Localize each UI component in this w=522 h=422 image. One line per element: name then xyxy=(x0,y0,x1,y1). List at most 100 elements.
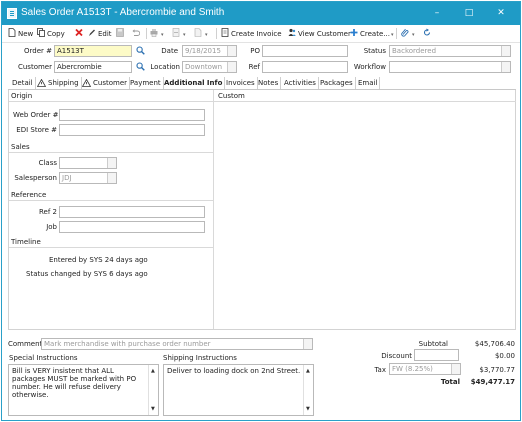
create-button[interactable]: Create...▾ xyxy=(350,28,393,41)
refresh-icon xyxy=(423,28,431,36)
edit-label: Edit xyxy=(98,30,112,38)
discount-field[interactable] xyxy=(414,349,459,361)
shipping-instructions-text: Deliver to loading dock on 2nd Street. xyxy=(167,367,301,375)
status-value: Backordered xyxy=(392,47,437,55)
tax-code-field[interactable]: FW (8.25%) xyxy=(389,363,461,375)
tax-label: Tax xyxy=(374,366,386,374)
calendar-dropdown-icon[interactable] xyxy=(227,46,236,56)
comment-dropdown-icon[interactable] xyxy=(303,339,312,349)
tab-packages[interactable]: Packages xyxy=(318,77,356,89)
total-value: $49,477.17 xyxy=(470,378,515,386)
po-field[interactable] xyxy=(262,45,348,57)
special-instructions-text: Bill is VERY insistent that ALL packages… xyxy=(12,367,137,399)
title-bar: Sales Order A1513T - Abercrombie and Smi… xyxy=(2,2,520,25)
tab-notes[interactable]: Notes xyxy=(256,77,282,89)
minimize-button[interactable]: – xyxy=(426,5,448,21)
workflow-dropdown-icon[interactable] xyxy=(501,62,510,72)
copy-label: Copy xyxy=(47,30,65,38)
tab-email[interactable]: Email xyxy=(356,77,381,89)
sep-2 xyxy=(216,28,217,41)
report-icon xyxy=(194,28,202,37)
salesperson-value: JDJ xyxy=(62,174,72,182)
order-number-field[interactable]: A1513T xyxy=(54,45,132,57)
toolbar: New Copy Edit ▾ ▾ ▾ Create Invoice View … xyxy=(2,26,520,43)
tab-activities[interactable]: Activities xyxy=(282,77,319,89)
ref2-label: Ref 2 xyxy=(39,208,57,216)
status-changed-text: Status changed by SYS 6 days ago xyxy=(26,270,148,278)
maximize-button[interactable]: □ xyxy=(458,5,480,21)
people-icon xyxy=(288,28,296,36)
scroll-down-icon[interactable]: ▼ xyxy=(306,405,310,413)
print-button[interactable]: ▾ xyxy=(150,28,164,41)
search-order-icon[interactable] xyxy=(136,46,145,55)
create-dropdown-icon: ▾ xyxy=(390,32,394,38)
tax-rate: FW (8.25%) xyxy=(392,365,433,373)
copy-button[interactable]: Copy xyxy=(37,28,65,41)
special-instructions-field[interactable]: Bill is VERY insistent that ALL packages… xyxy=(8,364,159,416)
subtotal-value: $45,706.40 xyxy=(474,340,515,348)
job-label: Job xyxy=(46,223,57,231)
subtotal-label: Subtotal xyxy=(418,340,448,348)
shipping-scrollbar[interactable]: ▲ ▼ xyxy=(303,365,313,415)
location-dropdown-icon[interactable] xyxy=(227,62,236,72)
window-title: Sales Order A1513T - Abercrombie and Smi… xyxy=(21,7,225,18)
edi-store-label: EDI Store # xyxy=(16,126,57,134)
special-scrollbar[interactable]: ▲ ▼ xyxy=(148,365,158,415)
save-button[interactable] xyxy=(116,28,126,41)
view-customer-label: View Customer xyxy=(298,30,351,38)
ref2-field[interactable] xyxy=(59,206,205,218)
close-button[interactable]: ✕ xyxy=(490,5,512,21)
printer-icon xyxy=(150,29,158,37)
tab-payment[interactable]: Payment xyxy=(128,77,164,89)
class-dropdown-icon[interactable] xyxy=(107,158,116,168)
web-order-field[interactable] xyxy=(59,109,205,121)
scroll-up-icon[interactable]: ▲ xyxy=(151,367,155,375)
tab-customer[interactable]: Customer xyxy=(80,77,131,89)
salesperson-dropdown-icon[interactable] xyxy=(107,173,116,183)
edi-store-field[interactable] xyxy=(59,124,205,136)
origin-divider xyxy=(9,101,213,102)
undo-icon xyxy=(132,29,140,36)
workflow-field[interactable] xyxy=(389,61,511,73)
panel-divider xyxy=(213,90,214,329)
customer-field[interactable]: Abercrombie xyxy=(54,61,132,73)
comment-field[interactable]: Mark merchandise with purchase order num… xyxy=(41,338,313,350)
copy-icon xyxy=(37,28,45,37)
scroll-up-icon[interactable]: ▲ xyxy=(306,367,310,375)
export-icon xyxy=(172,28,180,37)
tab-invoices[interactable]: Invoices xyxy=(224,77,258,89)
new-button[interactable]: New xyxy=(8,28,33,41)
delete-button[interactable] xyxy=(75,28,85,41)
print-dropdown-icon: ▾ xyxy=(161,32,164,38)
new-label: New xyxy=(18,30,34,38)
tab-additional-info[interactable]: Additional Info xyxy=(162,77,226,89)
tax-dropdown-icon[interactable] xyxy=(451,364,460,374)
status-field[interactable]: Backordered xyxy=(389,45,511,57)
undo-button[interactable] xyxy=(132,28,142,41)
search-customer-icon[interactable] xyxy=(136,62,145,71)
refresh-button[interactable] xyxy=(423,28,433,41)
edit-button[interactable]: Edit xyxy=(88,28,112,41)
save-icon xyxy=(116,28,124,37)
tab-detail[interactable]: Detail xyxy=(10,77,36,89)
salesperson-field[interactable]: JDJ xyxy=(59,172,117,184)
class-field[interactable] xyxy=(59,157,117,169)
location-field[interactable]: Downtown xyxy=(182,61,237,73)
date-field[interactable]: 9/18/2015 xyxy=(182,45,237,57)
scroll-down-icon[interactable]: ▼ xyxy=(151,405,155,413)
report-button[interactable]: ▾ xyxy=(194,28,208,41)
sales-divider xyxy=(9,152,213,153)
tax-value: $3,770.77 xyxy=(479,366,515,374)
attachment-button[interactable]: ▾ xyxy=(401,28,415,41)
paperclip-icon xyxy=(401,28,409,37)
ref-field[interactable] xyxy=(262,61,348,73)
view-customer-button[interactable]: View Customer xyxy=(288,28,351,41)
total-label: Total xyxy=(440,378,460,386)
create-invoice-button[interactable]: Create Invoice xyxy=(221,28,282,41)
workflow-label: Workflow xyxy=(353,63,386,71)
job-field[interactable] xyxy=(59,221,205,233)
shipping-instructions-field[interactable]: Deliver to loading dock on 2nd Street. ▲… xyxy=(163,364,314,416)
export-button[interactable]: ▾ xyxy=(172,28,186,41)
tab-shipping[interactable]: Shipping xyxy=(35,77,82,89)
status-dropdown-icon[interactable] xyxy=(501,46,510,56)
